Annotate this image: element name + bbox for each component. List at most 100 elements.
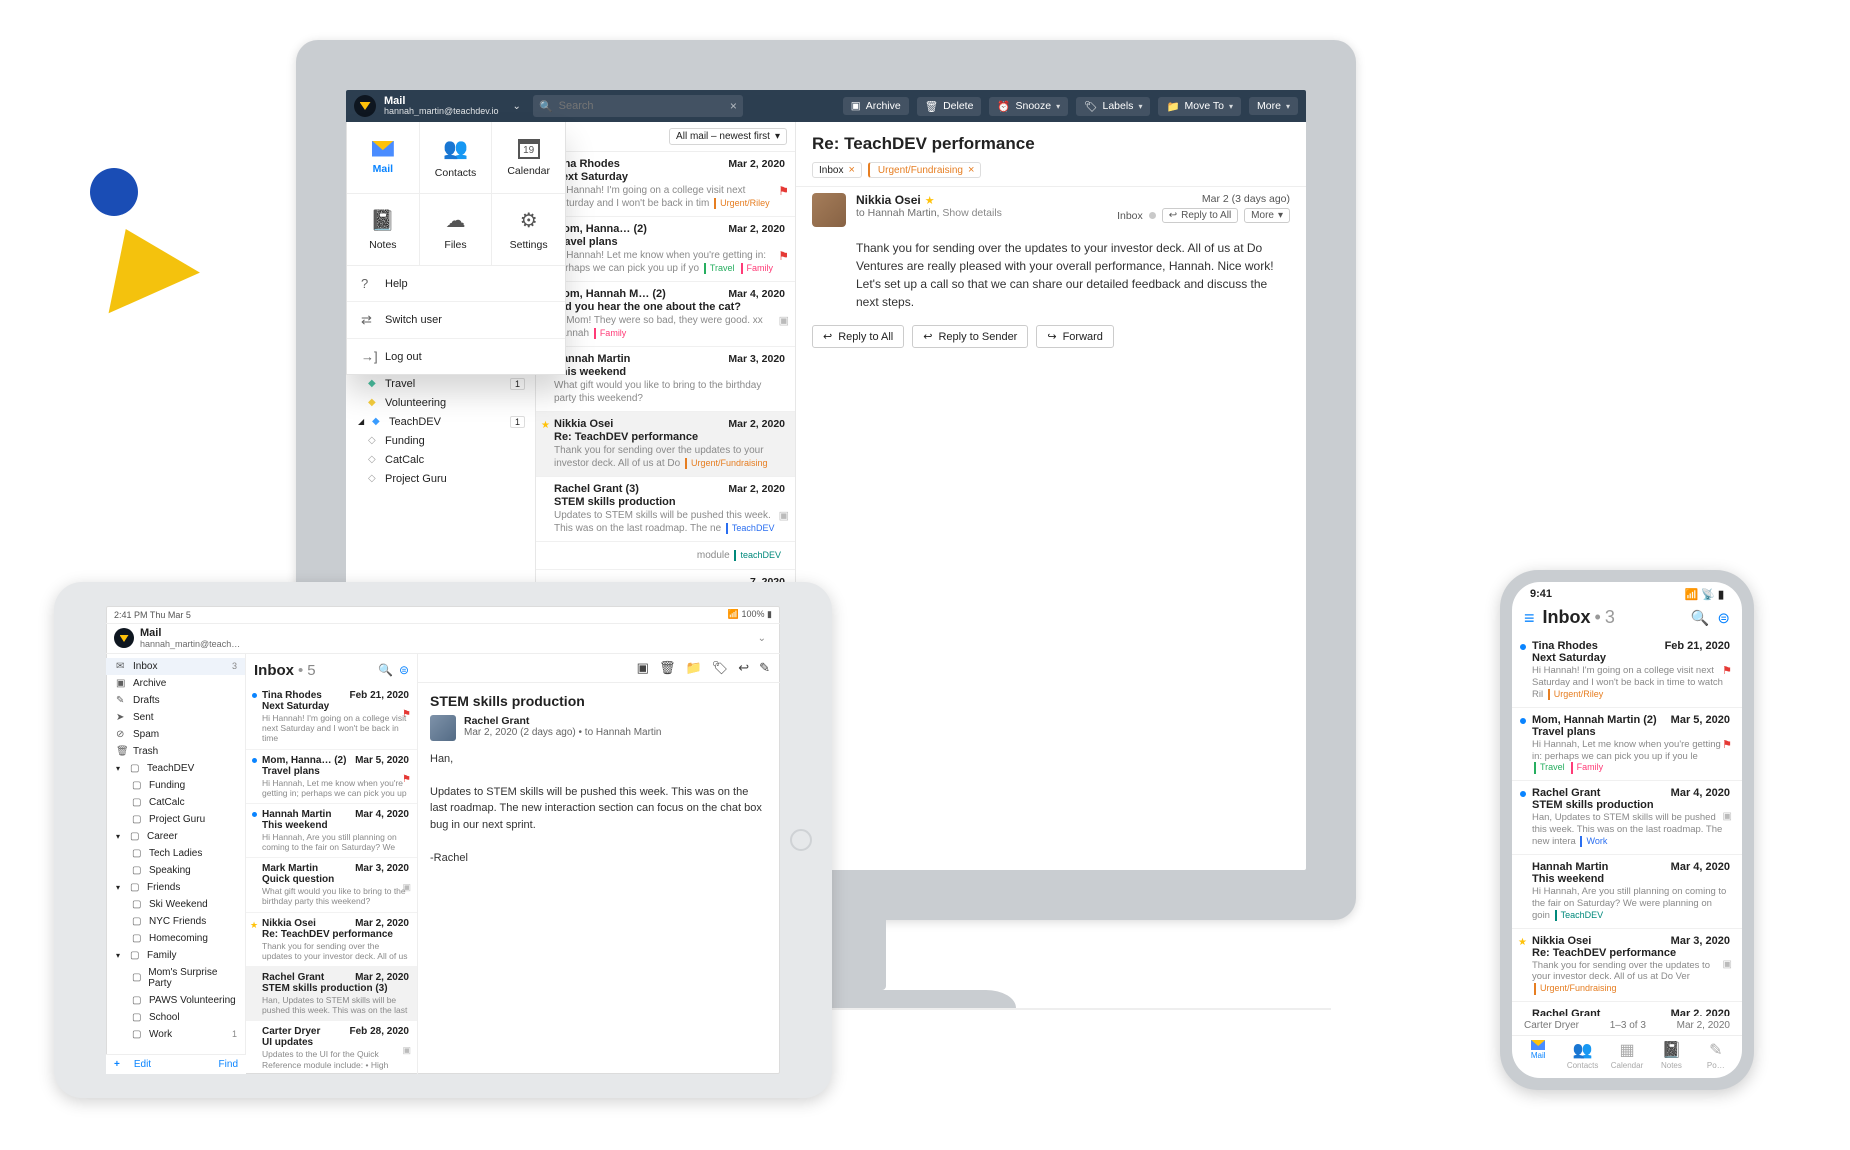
sidebar-item[interactable]: ◇Project Guru: [346, 469, 535, 488]
tab-more[interactable]: ✎Po…: [1694, 1040, 1738, 1070]
sidebar-item[interactable]: ▢PAWS Volunteering: [106, 992, 245, 1009]
reply-all-button[interactable]: ↩Reply to All: [812, 325, 904, 348]
sidebar-item[interactable]: ▢Project Guru: [106, 811, 245, 828]
sidebar-item[interactable]: ▢Mom's Surprise Party: [106, 964, 245, 992]
reply-icon[interactable]: ↩: [738, 660, 749, 676]
archive-icon[interactable]: ▣: [637, 660, 649, 676]
app-tile-mail[interactable]: Mail: [347, 122, 420, 194]
chevron-down-icon[interactable]: ⌄: [513, 101, 521, 112]
sidebar-item[interactable]: ▢School: [106, 1009, 245, 1026]
app-tile-contacts[interactable]: 👥Contacts: [420, 122, 493, 194]
message-item[interactable]: Hannah MartinMar 4, 2020This weekendHi H…: [246, 804, 417, 858]
app-tile-calendar[interactable]: 19Calendar: [492, 122, 565, 194]
message-item[interactable]: Mark MartinMar 3, 2020Quick questionWhat…: [246, 858, 417, 912]
message-item[interactable]: Mom, Hanna… (2)Mar 2, 2020Travel plansHi…: [536, 217, 795, 282]
sidebar-item[interactable]: ◆Volunteering: [346, 393, 535, 412]
sidebar-item[interactable]: ➤Sent: [106, 709, 245, 726]
sidebar-item[interactable]: ▢Speaking: [106, 862, 245, 879]
app-tile-settings[interactable]: ⚙Settings: [492, 194, 565, 266]
sidebar-item[interactable]: ▢Ski Weekend: [106, 896, 245, 913]
sidebar-item[interactable]: ▾▢Friends: [106, 879, 245, 896]
sidebar-item[interactable]: ◢◆TeachDEV1: [346, 412, 535, 431]
folder-icon[interactable]: 📁: [685, 660, 701, 676]
tab-contacts[interactable]: 👥Contacts: [1560, 1040, 1604, 1070]
message-item[interactable]: Hannah MartinMar 4, 2020This weekendHi H…: [1512, 855, 1742, 929]
snooze-button[interactable]: ⏰Snooze▾: [989, 97, 1068, 116]
labels-button[interactable]: 🏷Labels▾: [1076, 97, 1150, 116]
menu-icon[interactable]: ≡: [1524, 609, 1535, 627]
add-folder-button[interactable]: +: [114, 1059, 120, 1070]
sidebar-item[interactable]: ▢CatCalc: [106, 794, 245, 811]
sidebar-item[interactable]: ◇Funding: [346, 431, 535, 450]
inbox-chip[interactable]: Inbox×: [812, 162, 862, 178]
tag-chip[interactable]: Urgent/Fundraising×: [868, 162, 981, 178]
forward-button[interactable]: ↪Forward: [1036, 325, 1114, 348]
message-item[interactable]: Rachel Grant (3)Mar 2, 2020STEM skills p…: [536, 477, 795, 542]
message-item[interactable]: module teachDEV: [536, 542, 795, 570]
sidebar-item[interactable]: ▢Funding: [106, 777, 245, 794]
delete-button[interactable]: 🗑Delete: [917, 97, 982, 116]
sidebar-item[interactable]: ▾▢TeachDEV: [106, 760, 245, 777]
sidebar-item[interactable]: ◇CatCalc: [346, 450, 535, 469]
reply-all-mini-button[interactable]: ↩Reply to All: [1162, 208, 1238, 223]
sort-filter-dropdown[interactable]: All mail – newest first▾: [669, 128, 787, 145]
message-item[interactable]: Tina RhodesMar 2, 2020Next SaturdayHi Ha…: [536, 152, 795, 217]
sidebar-item[interactable]: ▢NYC Friends: [106, 913, 245, 930]
help-menu-item[interactable]: ?Help: [347, 266, 565, 302]
app-tile-files[interactable]: ☁Files: [420, 194, 493, 266]
clear-search-icon[interactable]: ×: [730, 99, 737, 113]
filter-icon[interactable]: ⊜: [399, 663, 409, 677]
sidebar-item[interactable]: ▾▢Career: [106, 828, 245, 845]
message-item[interactable]: Mom, Hanna… (2)Mar 5, 2020Travel plansHi…: [246, 750, 417, 804]
sidebar-item[interactable]: ▣Archive: [106, 675, 245, 692]
sidebar-item[interactable]: 🗑Trash: [106, 743, 245, 760]
message-list-scroll[interactable]: Tina RhodesFeb 21, 2020Next SaturdayHi H…: [1512, 634, 1742, 1016]
message-item[interactable]: Carter DryerFeb 28, 2020UI updatesUpdate…: [246, 1021, 417, 1074]
sidebar-item[interactable]: ▾▢Family: [106, 947, 245, 964]
tab-mail[interactable]: Mail: [1516, 1040, 1560, 1070]
search-icon[interactable]: 🔍: [1691, 609, 1710, 627]
message-item[interactable]: Tina RhodesFeb 21, 2020Next SaturdayHi H…: [1512, 634, 1742, 708]
compose-icon[interactable]: ✎: [759, 660, 770, 676]
message-item[interactable]: ★Nikkia OseiMar 2, 2020Re: TeachDEV perf…: [536, 412, 795, 477]
sidebar-item[interactable]: ▢Tech Ladies: [106, 845, 245, 862]
more-mini-button[interactable]: More▾: [1244, 208, 1290, 223]
tab-calendar[interactable]: ▦Calendar: [1605, 1040, 1649, 1070]
switch-user-menu-item[interactable]: ⇄Switch user: [347, 302, 565, 339]
message-item[interactable]: ★Nikkia OseiMar 3, 2020Re: TeachDEV perf…: [1512, 929, 1742, 1003]
sidebar-item[interactable]: ✎Drafts: [106, 692, 245, 709]
search-input[interactable]: [559, 100, 724, 112]
tab-notes[interactable]: 📓Notes: [1649, 1040, 1693, 1070]
message-item[interactable]: Mom, Hannah M… (2)Mar 4, 2020Did you hea…: [536, 282, 795, 347]
reply-sender-button[interactable]: ↩Reply to Sender: [912, 325, 1028, 348]
edit-folders-button[interactable]: Edit: [134, 1059, 151, 1070]
message-item[interactable]: Mom, Hannah Martin (2)Mar 5, 2020Travel …: [1512, 708, 1742, 782]
more-button[interactable]: More▾: [1249, 97, 1298, 115]
sidebar-item[interactable]: ▢Work1: [106, 1026, 245, 1043]
search-field-wrap[interactable]: 🔍 ×: [533, 95, 743, 117]
sidebar-item[interactable]: ⊘Spam: [106, 726, 245, 743]
message-list-scroll[interactable]: Tina RhodesFeb 21, 2020Next SaturdayHi H…: [246, 685, 417, 1074]
show-details-link[interactable]: Show details: [942, 207, 1002, 219]
message-item[interactable]: ★Nikkia OseiMar 2, 2020Re: TeachDEV perf…: [246, 913, 417, 967]
home-button[interactable]: [790, 829, 812, 851]
tag-icon[interactable]: 🏷: [712, 660, 729, 676]
message-item[interactable]: Rachel GrantMar 2, 2020STEM skills produ…: [1512, 1002, 1742, 1016]
remove-chip-icon[interactable]: ×: [968, 164, 974, 176]
sidebar-item[interactable]: ◆Travel1: [346, 374, 535, 393]
star-icon[interactable]: ★: [925, 195, 935, 207]
filter-icon[interactable]: ⊜: [1717, 609, 1730, 627]
move-to-button[interactable]: 📁Move To▾: [1158, 97, 1241, 116]
archive-button[interactable]: ▣Archive: [843, 97, 909, 115]
trash-icon[interactable]: 🗑: [659, 660, 676, 676]
account-switcher[interactable]: Mail hannah_martin@teachdev.io: [384, 96, 499, 116]
find-button[interactable]: Find: [219, 1059, 238, 1070]
search-icon[interactable]: 🔍: [378, 663, 393, 677]
app-tile-notes[interactable]: 📓Notes: [347, 194, 420, 266]
message-item[interactable]: Rachel GrantMar 2, 2020STEM skills produ…: [246, 967, 417, 1021]
sidebar-item[interactable]: ✉Inbox3: [106, 658, 245, 675]
chevron-down-icon[interactable]: ⌄: [758, 633, 766, 644]
account-switcher[interactable]: Mail hannah_martin@teach…: [140, 628, 240, 649]
log-out-menu-item[interactable]: →]Log out: [347, 339, 565, 374]
message-item[interactable]: Tina RhodesFeb 21, 2020Next SaturdayHi H…: [246, 685, 417, 750]
